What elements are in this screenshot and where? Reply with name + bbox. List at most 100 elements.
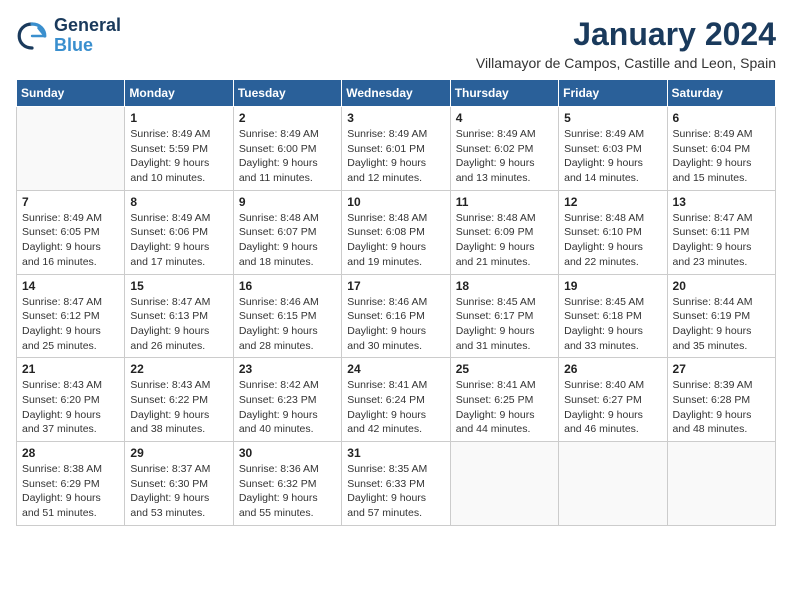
calendar-cell: 24 Sunrise: 8:41 AM Sunset: 6:24 PM Dayli… — [342, 358, 450, 442]
calendar-cell: 15Sunrise: 8:47 AM Sunset: 6:13 PM Dayli… — [125, 274, 233, 358]
day-info: Sunrise: 8:49 AM Sunset: 6:02 PM Dayligh… — [456, 127, 553, 186]
day-number: 25 — [456, 362, 553, 376]
day-number: 17 — [347, 279, 444, 293]
day-number: 23 — [239, 362, 336, 376]
calendar-cell: 8 Sunrise: 8:49 AM Sunset: 6:06 PM Daylig… — [125, 190, 233, 274]
logo: General Blue — [16, 16, 121, 56]
header-monday: Monday — [125, 80, 233, 107]
day-number: 10 — [347, 195, 444, 209]
calendar-cell: 11Sunrise: 8:48 AM Sunset: 6:09 PM Dayli… — [450, 190, 558, 274]
day-info: Sunrise: 8:40 AM Sunset: 6:27 PM Dayligh… — [564, 378, 661, 437]
calendar-cell: 13 Sunrise: 8:47 AM Sunset: 6:11 PM Dayli… — [667, 190, 775, 274]
calendar-title: January 2024 — [476, 16, 776, 53]
day-number: 6 — [673, 111, 770, 125]
day-info: Sunrise: 8:39 AM Sunset: 6:28 PM Dayligh… — [673, 378, 770, 437]
calendar-cell: 20Sunrise: 8:44 AM Sunset: 6:19 PM Dayli… — [667, 274, 775, 358]
day-number: 19 — [564, 279, 661, 293]
calendar-table: SundayMondayTuesdayWednesdayThursdayFrid… — [16, 79, 776, 526]
day-number: 8 — [130, 195, 227, 209]
day-number: 20 — [673, 279, 770, 293]
day-number: 18 — [456, 279, 553, 293]
day-info: Sunrise: 8:49 AM Sunset: 6:06 PM Dayligh… — [130, 211, 227, 270]
day-info: Sunrise: 8:47 AM Sunset: 6:11 PM Dayligh… — [673, 211, 770, 270]
calendar-cell — [559, 442, 667, 526]
day-number: 15 — [130, 279, 227, 293]
day-info: Sunrise: 8:46 AM Sunset: 6:15 PM Dayligh… — [239, 295, 336, 354]
header-thursday: Thursday — [450, 80, 558, 107]
header-wednesday: Wednesday — [342, 80, 450, 107]
day-number: 4 — [456, 111, 553, 125]
day-info: Sunrise: 8:49 AM Sunset: 6:00 PM Dayligh… — [239, 127, 336, 186]
day-number: 9 — [239, 195, 336, 209]
day-number: 5 — [564, 111, 661, 125]
calendar-subtitle: Villamayor de Campos, Castille and Leon,… — [476, 55, 776, 71]
day-info: Sunrise: 8:41 AM Sunset: 6:24 PM Dayligh… — [347, 378, 444, 437]
day-info: Sunrise: 8:41 AM Sunset: 6:25 PM Dayligh… — [456, 378, 553, 437]
calendar-cell: 4 Sunrise: 8:49 AM Sunset: 6:02 PM Daylig… — [450, 107, 558, 191]
calendar-cell: 27Sunrise: 8:39 AM Sunset: 6:28 PM Dayli… — [667, 358, 775, 442]
day-number: 16 — [239, 279, 336, 293]
day-number: 12 — [564, 195, 661, 209]
calendar-cell: 16 Sunrise: 8:46 AM Sunset: 6:15 PM Dayli… — [233, 274, 341, 358]
calendar-cell: 14 Sunrise: 8:47 AM Sunset: 6:12 PM Dayli… — [17, 274, 125, 358]
day-info: Sunrise: 8:49 AM Sunset: 5:59 PM Dayligh… — [130, 127, 227, 186]
calendar-cell: 1 Sunrise: 8:49 AM Sunset: 5:59 PM Daylig… — [125, 107, 233, 191]
logo-icon — [16, 20, 48, 52]
calendar-cell: 19 Sunrise: 8:45 AM Sunset: 6:18 PM Dayli… — [559, 274, 667, 358]
calendar-cell: 7Sunrise: 8:49 AM Sunset: 6:05 PM Daylig… — [17, 190, 125, 274]
day-info: Sunrise: 8:47 AM Sunset: 6:12 PM Dayligh… — [22, 295, 119, 354]
title-area: January 2024 Villamayor de Campos, Casti… — [476, 16, 776, 71]
calendar-cell: 3 Sunrise: 8:49 AM Sunset: 6:01 PM Daylig… — [342, 107, 450, 191]
day-number: 2 — [239, 111, 336, 125]
day-info: Sunrise: 8:43 AM Sunset: 6:22 PM Dayligh… — [130, 378, 227, 437]
day-number: 24 — [347, 362, 444, 376]
day-number: 31 — [347, 446, 444, 460]
header-sunday: Sunday — [17, 80, 125, 107]
calendar-cell: 10 Sunrise: 8:48 AM Sunset: 6:08 PM Dayli… — [342, 190, 450, 274]
calendar-week-1: 1 Sunrise: 8:49 AM Sunset: 5:59 PM Daylig… — [17, 107, 776, 191]
day-info: Sunrise: 8:38 AM Sunset: 6:29 PM Dayligh… — [22, 462, 119, 521]
day-info: Sunrise: 8:48 AM Sunset: 6:09 PM Dayligh… — [456, 211, 553, 270]
day-info: Sunrise: 8:43 AM Sunset: 6:20 PM Dayligh… — [22, 378, 119, 437]
calendar-week-2: 7Sunrise: 8:49 AM Sunset: 6:05 PM Daylig… — [17, 190, 776, 274]
day-number: 26 — [564, 362, 661, 376]
calendar-cell: 6Sunrise: 8:49 AM Sunset: 6:04 PM Daylig… — [667, 107, 775, 191]
day-info: Sunrise: 8:48 AM Sunset: 6:10 PM Dayligh… — [564, 211, 661, 270]
header-saturday: Saturday — [667, 80, 775, 107]
calendar-cell: 12 Sunrise: 8:48 AM Sunset: 6:10 PM Dayli… — [559, 190, 667, 274]
calendar-week-5: 28 Sunrise: 8:38 AM Sunset: 6:29 PM Dayli… — [17, 442, 776, 526]
logo-text: General Blue — [54, 16, 121, 56]
day-number: 30 — [239, 446, 336, 460]
calendar-cell: 17 Sunrise: 8:46 AM Sunset: 6:16 PM Dayli… — [342, 274, 450, 358]
calendar-cell: 23 Sunrise: 8:42 AM Sunset: 6:23 PM Dayli… — [233, 358, 341, 442]
day-number: 28 — [22, 446, 119, 460]
day-info: Sunrise: 8:45 AM Sunset: 6:18 PM Dayligh… — [564, 295, 661, 354]
calendar-cell — [667, 442, 775, 526]
day-number: 1 — [130, 111, 227, 125]
day-info: Sunrise: 8:45 AM Sunset: 6:17 PM Dayligh… — [456, 295, 553, 354]
calendar-week-3: 14 Sunrise: 8:47 AM Sunset: 6:12 PM Dayli… — [17, 274, 776, 358]
calendar-header-row: SundayMondayTuesdayWednesdayThursdayFrid… — [17, 80, 776, 107]
day-info: Sunrise: 8:46 AM Sunset: 6:16 PM Dayligh… — [347, 295, 444, 354]
day-info: Sunrise: 8:36 AM Sunset: 6:32 PM Dayligh… — [239, 462, 336, 521]
day-number: 14 — [22, 279, 119, 293]
calendar-cell: 25 Sunrise: 8:41 AM Sunset: 6:25 PM Dayli… — [450, 358, 558, 442]
day-number: 29 — [130, 446, 227, 460]
day-number: 3 — [347, 111, 444, 125]
calendar-cell: 31 Sunrise: 8:35 AM Sunset: 6:33 PM Dayli… — [342, 442, 450, 526]
day-info: Sunrise: 8:48 AM Sunset: 6:07 PM Dayligh… — [239, 211, 336, 270]
day-number: 7 — [22, 195, 119, 209]
calendar-cell: 28 Sunrise: 8:38 AM Sunset: 6:29 PM Dayli… — [17, 442, 125, 526]
calendar-cell: 29 Sunrise: 8:37 AM Sunset: 6:30 PM Dayli… — [125, 442, 233, 526]
day-number: 21 — [22, 362, 119, 376]
day-info: Sunrise: 8:35 AM Sunset: 6:33 PM Dayligh… — [347, 462, 444, 521]
day-info: Sunrise: 8:49 AM Sunset: 6:01 PM Dayligh… — [347, 127, 444, 186]
day-info: Sunrise: 8:48 AM Sunset: 6:08 PM Dayligh… — [347, 211, 444, 270]
day-number: 22 — [130, 362, 227, 376]
day-number: 13 — [673, 195, 770, 209]
calendar-cell: 30 Sunrise: 8:36 AM Sunset: 6:32 PM Dayli… — [233, 442, 341, 526]
calendar-cell: 2 Sunrise: 8:49 AM Sunset: 6:00 PM Daylig… — [233, 107, 341, 191]
day-info: Sunrise: 8:37 AM Sunset: 6:30 PM Dayligh… — [130, 462, 227, 521]
day-info: Sunrise: 8:42 AM Sunset: 6:23 PM Dayligh… — [239, 378, 336, 437]
calendar-cell: 26 Sunrise: 8:40 AM Sunset: 6:27 PM Dayli… — [559, 358, 667, 442]
